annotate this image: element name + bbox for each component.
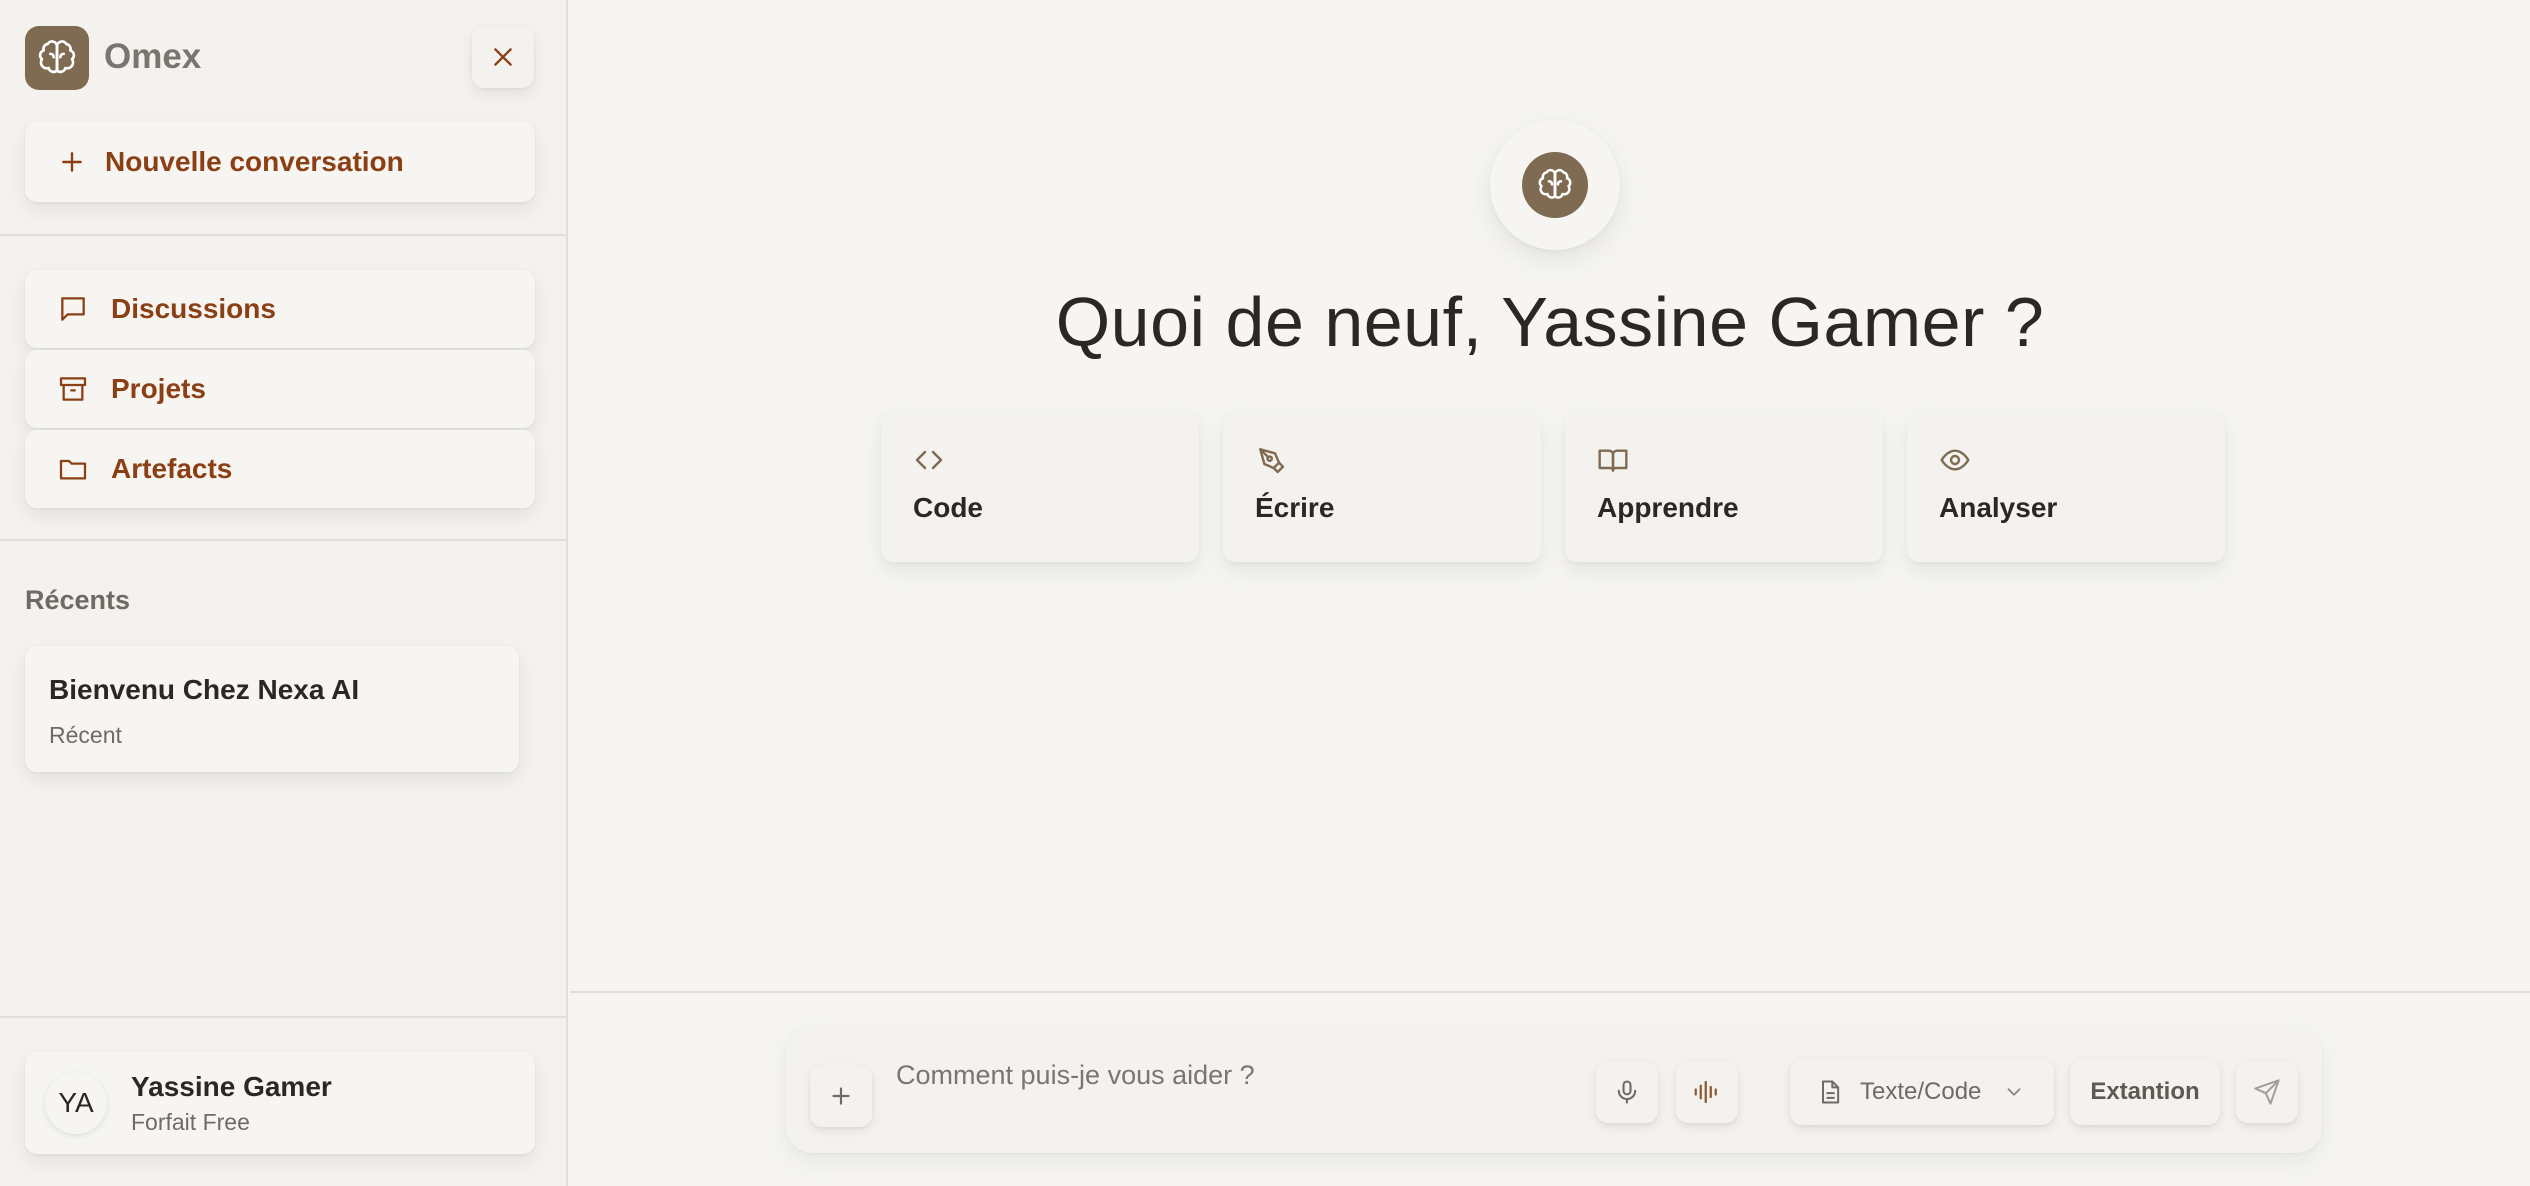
action-card-label: Écrire [1255, 492, 1335, 523]
recent-conversation-title: Bienvenu Chez Nexa AI [49, 674, 360, 705]
pen-tool-icon [1259, 448, 1285, 474]
sidebar-item-label: Projets [111, 373, 206, 404]
folder-icon [59, 459, 87, 480]
sidebar-item-label: Artefacts [111, 453, 233, 484]
action-card-code[interactable]: Code [881, 410, 1199, 562]
microphone-icon [1617, 1080, 1637, 1104]
archive-icon [59, 377, 87, 401]
main-area: Quoi de neuf, Yassine Gamer ? Code Écrir… [570, 0, 2530, 1186]
greeting-title: Quoi de neuf, Yassine Gamer ? [1055, 283, 2045, 361]
audio-waveform-icon [1694, 1080, 1717, 1104]
code-icon [915, 450, 943, 470]
sidebar-divider [0, 539, 566, 541]
action-card-label: Analyser [1939, 492, 2058, 523]
action-card-apprendre[interactable]: Apprendre [1565, 410, 1883, 562]
microphone-button[interactable] [1596, 1061, 1658, 1123]
recents-heading: Récents [25, 585, 131, 615]
sidebar-divider [0, 1016, 566, 1018]
voice-mode-button[interactable] [1676, 1061, 1738, 1123]
close-sidebar-button[interactable] [472, 26, 534, 88]
new-conversation-button[interactable]: Nouvelle conversation [25, 122, 535, 202]
brand-logo [25, 26, 89, 90]
sidebar-item-projets[interactable]: Projets [25, 350, 535, 428]
brand-name: Omex [104, 37, 202, 76]
eye-icon [1940, 449, 1970, 471]
composer-divider [570, 991, 2530, 993]
attach-button[interactable] [810, 1065, 872, 1127]
plus-icon [62, 152, 82, 172]
book-open-icon [1598, 449, 1628, 472]
file-text-icon [1822, 1080, 1840, 1104]
sidebar-item-artefacts[interactable]: Artefacts [25, 430, 535, 508]
sidebar-item-discussions[interactable]: Discussions [25, 270, 535, 348]
hero-logo [1490, 120, 1620, 250]
close-icon [494, 48, 512, 66]
message-composer: Texte/Code Extantion [786, 1025, 2322, 1153]
action-card-label: Apprendre [1597, 492, 1739, 523]
mode-select[interactable]: Texte/Code [1790, 1059, 2054, 1125]
send-icon [2254, 1079, 2280, 1105]
action-card-label: Code [913, 492, 983, 523]
sidebar-item-label: Discussions [111, 293, 276, 324]
plus-icon [832, 1087, 850, 1105]
message-input[interactable] [896, 1055, 1616, 1095]
action-card-analyser[interactable]: Analyser [1907, 410, 2225, 562]
sidebar: Omex Nouvelle conversation Discussions P… [0, 0, 568, 1186]
send-button[interactable] [2236, 1061, 2298, 1123]
avatar: YA [45, 1072, 107, 1134]
mode-select-label: Texte/Code [1860, 1078, 1982, 1105]
message-square-icon [61, 297, 85, 321]
recent-conversation-item[interactable]: Bienvenu Chez Nexa AI Récent [25, 646, 519, 772]
extension-button[interactable]: Extantion [2070, 1059, 2220, 1125]
user-name: Yassine Gamer [131, 1070, 332, 1102]
user-plan: Forfait Free [131, 1108, 250, 1135]
action-card-ecrire[interactable]: Écrire [1223, 410, 1541, 562]
brain-icon [1538, 168, 1572, 199]
brain-icon [38, 40, 76, 74]
recent-conversation-subtitle: Récent [49, 722, 122, 748]
chevron-down-icon [2007, 1088, 2021, 1096]
sidebar-divider [0, 234, 566, 236]
user-profile-card[interactable]: YA Yassine Gamer Forfait Free [25, 1052, 535, 1154]
new-conversation-label: Nouvelle conversation [105, 146, 404, 177]
